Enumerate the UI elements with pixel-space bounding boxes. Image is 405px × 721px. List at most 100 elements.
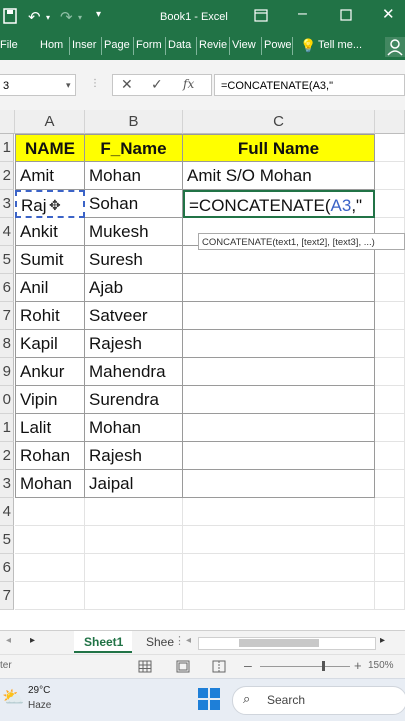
page-break-view-icon[interactable] [212, 660, 226, 673]
empty-cell[interactable] [375, 470, 405, 498]
scrollbar-thumb[interactable] [239, 639, 319, 647]
empty-cell[interactable] [375, 554, 405, 582]
column-header-c[interactable]: C [183, 110, 375, 134]
row-header[interactable]: 9 [0, 358, 14, 386]
save-icon[interactable] [3, 8, 17, 24]
name-box-dropdown-icon[interactable]: ▾ [66, 80, 71, 91]
row-header[interactable]: 7 [0, 302, 14, 330]
header-cell[interactable]: F_Name [85, 134, 183, 162]
empty-cell[interactable] [375, 526, 405, 554]
tab-file[interactable]: File [0, 39, 18, 51]
empty-cell[interactable] [85, 526, 183, 554]
table-cell[interactable]: Sohan [85, 190, 183, 218]
empty-cell[interactable] [375, 414, 405, 442]
tab-insert[interactable]: Inser [72, 39, 96, 51]
row-header[interactable]: 5 [0, 246, 14, 274]
empty-cell[interactable] [375, 330, 405, 358]
zoom-slider[interactable] [260, 666, 350, 667]
empty-cell[interactable] [375, 134, 405, 162]
row-header[interactable]: 2 [0, 442, 14, 470]
tab-view[interactable]: View [232, 39, 256, 51]
table-cell[interactable] [183, 358, 375, 386]
column-header-a[interactable]: A [15, 110, 85, 134]
enter-icon[interactable]: ✓ [151, 76, 163, 93]
row-header[interactable]: 5 [0, 526, 14, 554]
empty-cell[interactable] [85, 582, 183, 610]
empty-cell[interactable] [375, 274, 405, 302]
table-cell[interactable]: Suresh [85, 246, 183, 274]
table-cell[interactable] [183, 386, 375, 414]
empty-cell[interactable] [375, 302, 405, 330]
empty-cell[interactable] [15, 554, 85, 582]
empty-cell[interactable] [375, 386, 405, 414]
insert-function-icon[interactable]: fx [183, 77, 194, 91]
table-cell[interactable] [183, 274, 375, 302]
tab-data[interactable]: Data [168, 39, 191, 51]
sheet-tab-sheet1[interactable]: Sheet1 [84, 635, 123, 649]
header-cell[interactable]: NAME [15, 134, 85, 162]
table-cell[interactable]: Mohan [15, 470, 85, 498]
table-cell[interactable]: Amit [15, 162, 85, 190]
table-cell[interactable]: Raj ✥ [15, 190, 85, 218]
tab-formulas[interactable]: Form [136, 39, 162, 51]
table-cell[interactable]: Vipin [15, 386, 85, 414]
tab-home[interactable]: Hom [40, 39, 63, 51]
hscroll-right-icon[interactable]: ▸ [380, 635, 385, 646]
empty-cell[interactable] [183, 582, 375, 610]
table-cell[interactable] [183, 302, 375, 330]
empty-cell[interactable] [183, 526, 375, 554]
sheet-tab-other[interactable]: Shee [146, 635, 174, 649]
normal-view-icon[interactable] [138, 660, 152, 673]
table-cell[interactable] [183, 246, 375, 274]
row-header[interactable]: 1 [0, 134, 14, 162]
column-header-b[interactable]: B [85, 110, 183, 134]
editing-cell[interactable]: =CONCATENATE(A3," [183, 190, 375, 218]
table-cell[interactable]: Mahendra [85, 358, 183, 386]
header-cell[interactable]: Full Name [183, 134, 375, 162]
row-header[interactable]: 4 [0, 218, 14, 246]
windows-start-icon[interactable] [198, 688, 220, 710]
zoom-out-icon[interactable]: – [244, 657, 252, 673]
horizontal-scrollbar[interactable] [198, 637, 376, 650]
table-cell[interactable]: Mohan [85, 414, 183, 442]
tab-review[interactable]: Revie [199, 39, 227, 51]
close-icon[interactable]: ✕ [382, 5, 395, 23]
table-cell[interactable]: Amit S/O Mohan [183, 162, 375, 190]
row-header[interactable]: 6 [0, 274, 14, 302]
empty-cell[interactable] [85, 554, 183, 582]
empty-cell[interactable] [375, 358, 405, 386]
scroll-left-icon[interactable]: ◂ [6, 635, 11, 646]
table-cell[interactable]: Ajab [85, 274, 183, 302]
name-box[interactable]: 3 [0, 74, 76, 96]
table-cell[interactable]: Satveer [85, 302, 183, 330]
empty-cell[interactable] [15, 582, 85, 610]
table-cell[interactable]: Jaipal [85, 470, 183, 498]
empty-cell[interactable] [375, 442, 405, 470]
empty-cell[interactable] [85, 498, 183, 526]
table-cell[interactable]: Ankit [15, 218, 85, 246]
empty-cell[interactable] [15, 498, 85, 526]
row-header[interactable]: 0 [0, 386, 14, 414]
empty-cell[interactable] [183, 554, 375, 582]
table-cell[interactable]: Rajesh [85, 442, 183, 470]
ribbon-display-icon[interactable] [254, 9, 268, 22]
table-cell[interactable] [183, 330, 375, 358]
empty-cell[interactable] [15, 526, 85, 554]
table-cell[interactable] [183, 470, 375, 498]
table-cell[interactable] [183, 442, 375, 470]
account-icon[interactable] [385, 37, 405, 57]
row-header[interactable]: 2 [0, 162, 14, 190]
scroll-right-icon[interactable]: ▸ [30, 635, 35, 646]
row-header[interactable]: 3 [0, 470, 14, 498]
zoom-level[interactable]: 150% [368, 660, 394, 671]
table-cell[interactable]: Mukesh [85, 218, 183, 246]
row-header[interactable]: 1 [0, 414, 14, 442]
maximize-icon[interactable] [340, 9, 352, 21]
table-cell[interactable]: Mohan [85, 162, 183, 190]
customize-toolbar-icon[interactable]: ▾ [96, 9, 101, 20]
table-cell[interactable]: Surendra [85, 386, 183, 414]
tab-page-layout[interactable]: Page [104, 39, 130, 51]
empty-cell[interactable] [375, 190, 405, 218]
empty-cell[interactable] [375, 582, 405, 610]
empty-cell[interactable] [183, 498, 375, 526]
